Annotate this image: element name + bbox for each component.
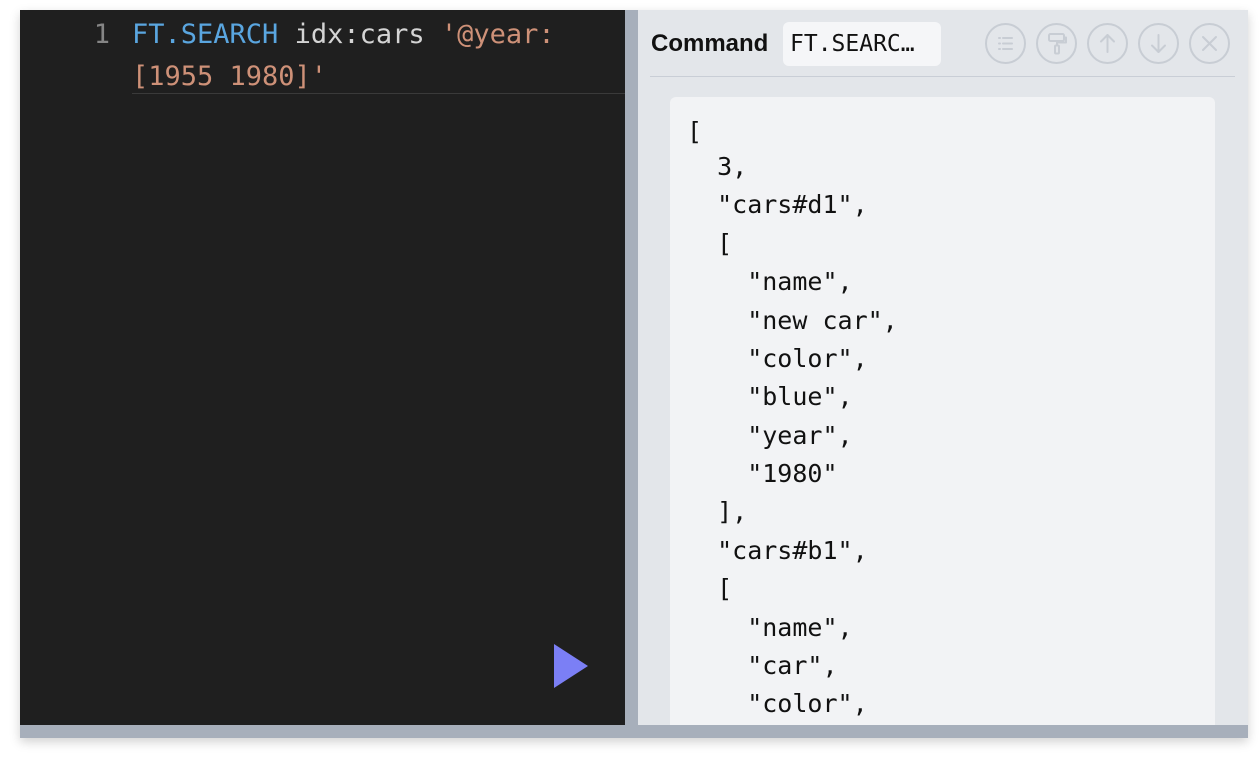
string-token: '@year:: [440, 19, 555, 50]
run-button[interactable]: [552, 642, 592, 690]
horizontal-scrollbar[interactable]: [20, 725, 1248, 738]
view-format-button[interactable]: [985, 23, 1026, 64]
clear-format-button[interactable]: [1036, 23, 1077, 64]
command-token: FT.SEARCH: [132, 19, 279, 50]
output-line: "color",: [687, 689, 868, 718]
output-line: "year",: [687, 421, 853, 450]
output-line: [: [687, 229, 733, 258]
output-line: "new car",: [687, 306, 898, 335]
paint-roller-icon: [1048, 33, 1067, 55]
play-icon: [554, 644, 588, 688]
close-results-button[interactable]: [1189, 23, 1230, 64]
output-line: "blue",: [687, 382, 853, 411]
output-line: "cars#d1",: [687, 190, 868, 219]
output-line: "car",: [687, 651, 838, 680]
line-number: 1: [93, 19, 110, 50]
code-line-1: FT.SEARCH idx:cars '@year:: [132, 15, 555, 55]
output-line: "name",: [687, 613, 853, 642]
arrow-up-icon: [1100, 34, 1115, 53]
code-text[interactable]: FT.SEARCH idx:cars '@year: [1955 1980]': [132, 12, 625, 94]
output-line: "name",: [687, 267, 853, 296]
scroll-down-button[interactable]: [1138, 23, 1179, 64]
output-line: ],: [687, 497, 748, 526]
output-line: [: [687, 574, 733, 603]
output-line: "1980": [687, 459, 838, 488]
close-icon: [1202, 36, 1217, 51]
results-pane: Command FT.SEARC… [3, "cars#d1", ["nam…: [638, 10, 1248, 725]
results-output[interactable]: [ 3, "cars#d1", [ "name", "new car", "co…: [670, 97, 1215, 725]
argument-token: idx:cars: [278, 19, 441, 50]
command-preview[interactable]: FT.SEARC…: [783, 22, 941, 66]
output-line: "cars#b1",: [687, 536, 868, 565]
output-line: 3,: [687, 152, 748, 181]
pane-splitter[interactable]: [625, 10, 638, 725]
string-token-continued: [1955 1980]': [132, 61, 328, 92]
scroll-up-button[interactable]: [1087, 23, 1128, 64]
output-line: "color",: [687, 344, 868, 373]
command-label: Command: [651, 30, 769, 57]
results-header: Command FT.SEARC…: [650, 10, 1235, 77]
output-line: [: [687, 117, 703, 146]
app-window: 1 FT.SEARCH idx:cars '@year: [1955 1980]…: [20, 10, 1248, 738]
arrow-down-icon: [1151, 34, 1166, 53]
query-editor[interactable]: 1 FT.SEARCH idx:cars '@year: [1955 1980]…: [20, 10, 625, 725]
list-icon: [998, 37, 1013, 50]
code-line-1-wrap: [1955 1980]': [132, 57, 327, 97]
